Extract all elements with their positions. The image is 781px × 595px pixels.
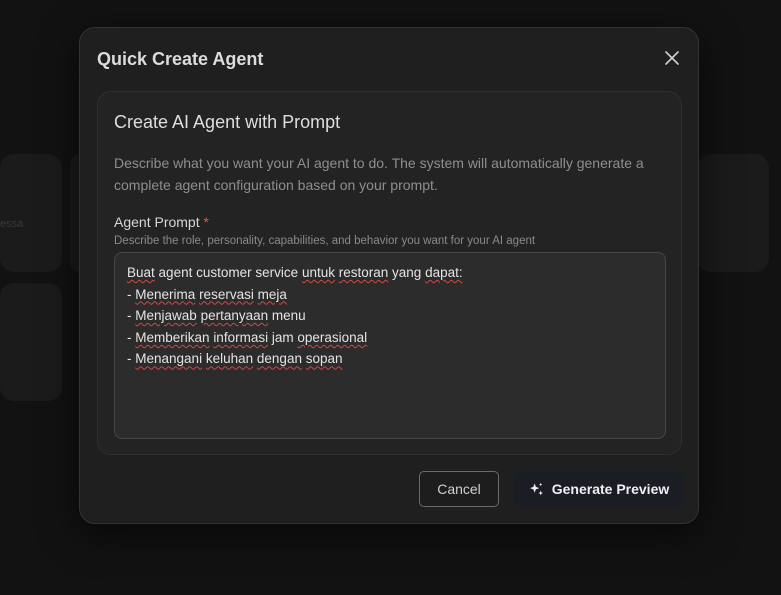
prompt-line: - Menjawab pertanyaan menu [127, 308, 306, 324]
generate-preview-button[interactable]: Generate Preview [514, 471, 684, 507]
sparkles-icon [529, 482, 543, 495]
spellcheck-word: Buat [127, 265, 155, 280]
generate-preview-label: Generate Preview [551, 481, 670, 497]
prompt-line: Buat agent customer service untuk restor… [127, 265, 463, 280]
spellcheck-word: sopan [305, 351, 343, 367]
spellcheck-word: Menjawab [135, 308, 197, 324]
prompt-panel: Create AI Agent with Prompt Describe wha… [97, 91, 682, 455]
spellcheck-word: pertanyaan [200, 308, 269, 324]
prompt-line: - Memberikan informasi jam operasional [127, 329, 368, 345]
dialog-title: Quick Create Agent [97, 49, 264, 69]
background-card-left-bottom [0, 283, 62, 401]
agent-prompt-label-text: Agent Prompt [114, 214, 200, 230]
spellcheck-word: informasi [213, 329, 269, 345]
spellcheck-word: keluhan [205, 351, 254, 367]
cancel-button[interactable]: Cancel [419, 471, 499, 507]
prompt-line: - Menerima reservasi meja [127, 286, 287, 302]
agent-prompt-label: Agent Prompt * [114, 214, 209, 230]
spellcheck-word: dengan [256, 351, 302, 367]
spellcheck-word: Menerima [135, 286, 196, 302]
background-card-text: essa [0, 218, 24, 230]
spellcheck-word: meja [257, 286, 287, 302]
spellcheck-word: Menangani [135, 351, 203, 367]
quick-create-agent-dialog: Quick Create Agent Create AI Agent with … [79, 27, 699, 524]
close-icon [665, 51, 679, 65]
spellcheck-word: untuk [301, 265, 335, 280]
panel-title: Create AI Agent with Prompt [114, 112, 341, 132]
spellcheck-word: Memberikan [135, 329, 210, 345]
spellcheck-word: operasional [297, 329, 368, 345]
background-card-left-top [0, 154, 62, 272]
prompt-line: - Menangani keluhan dengan sopan [127, 351, 343, 367]
required-marker: * [203, 214, 209, 230]
spellcheck-word: dapat: [425, 265, 463, 280]
spellcheck-word: restoran [338, 265, 389, 280]
close-button[interactable] [664, 50, 680, 66]
agent-prompt-help: Describe the role, personality, capabili… [114, 235, 536, 247]
spellcheck-word: reservasi [199, 286, 254, 302]
agent-prompt-textarea[interactable]: Buat agent customer service untuk restor… [114, 252, 666, 439]
background-card-right [697, 154, 769, 272]
panel-description: Describe what you want your AI agent to … [114, 155, 644, 193]
